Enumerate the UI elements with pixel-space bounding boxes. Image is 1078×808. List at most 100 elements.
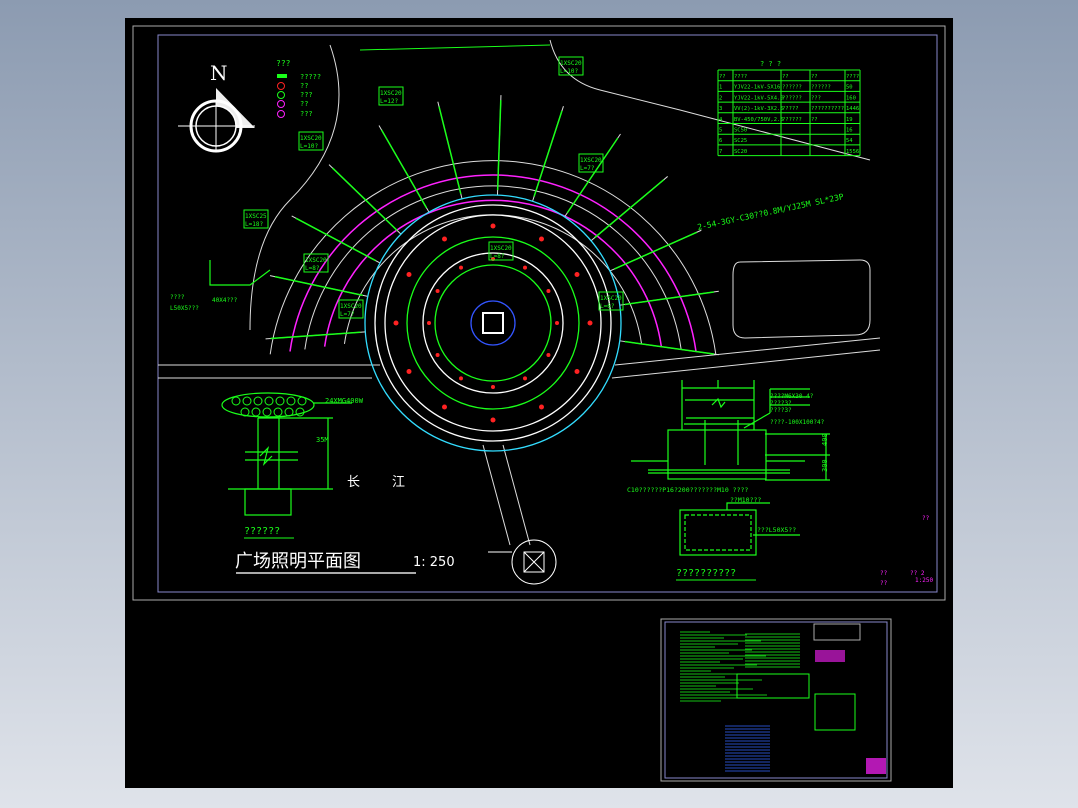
- lamp-icon: [406, 369, 412, 374]
- legend-lamp-icon: [277, 82, 285, 90]
- lamp-pole-detail: 24XMG400W 35M ??????: [221, 392, 364, 539]
- cable-tag-text: L=10?: [300, 143, 318, 150]
- river-label: 江: [392, 475, 405, 490]
- lamp-head-icon: [251, 407, 261, 417]
- lamp-icon: [442, 404, 447, 410]
- plaza-ring: [470, 300, 516, 346]
- fan-arc: [343, 214, 643, 344]
- table-cell: 4: [719, 117, 723, 123]
- table-cell: ????: [734, 74, 747, 80]
- title-block: ?? ?? ?? ?? 2 1:250: [880, 515, 933, 587]
- lamp-icon: [587, 320, 593, 326]
- north-arrow-icon: N: [178, 61, 255, 153]
- cable-tag-text: 1XSC20: [380, 90, 402, 97]
- lamp-icon: [442, 236, 447, 242]
- box-title: ??????????: [676, 568, 736, 579]
- table-cell: ??: [719, 74, 726, 80]
- table-cell: SC25: [734, 138, 747, 144]
- plaza-ring: [434, 264, 552, 382]
- cable-tag-text: 1XSC20: [580, 157, 602, 164]
- table-cell: 1556: [846, 149, 859, 155]
- table-cell: ??????: [811, 85, 831, 91]
- lamp-icon: [490, 417, 496, 423]
- legend-bar-icon: [277, 74, 287, 78]
- thumb-block: [815, 650, 845, 662]
- lamp-head-icon: [286, 396, 296, 406]
- plate-label: ????-100X100?4?: [770, 419, 825, 426]
- lamp-icon: [555, 321, 559, 325]
- cad-drawing-canvas[interactable]: 1XSC20 L=10? 1XSC20 L=12? 1XSC20 L=10? 1XSC25 L…: [125, 18, 953, 788]
- left-note: ???? 40X4??? L50X5???: [170, 260, 271, 312]
- cable-run: [533, 110, 563, 197]
- cable-tag-text: 1XSC25: [245, 213, 267, 220]
- lamp-head-icon: [240, 407, 250, 417]
- thumbnail-content: [680, 623, 886, 774]
- lamp-icon: [539, 404, 544, 410]
- cable-tag-text: L=7?: [340, 311, 355, 318]
- table-cell: YJV22-1kV-5X4.0: [734, 95, 784, 101]
- table-cell: 54: [846, 138, 853, 144]
- lamp-icon: [490, 223, 496, 229]
- lamp-head-icon: [273, 407, 283, 417]
- table-cell: YJV22-1kV-5X16: [734, 85, 780, 91]
- legend-light-icon: [277, 91, 285, 99]
- lamp-icon: [435, 289, 440, 293]
- sheet-number: ?? 2: [910, 570, 925, 577]
- table-cell: SC20: [734, 149, 747, 155]
- thumbnail-frame: [664, 621, 888, 779]
- plaza-plan: 1XSC20L=10?1XSC20L=12?1XSC20L=10?1XSC25L…: [243, 56, 719, 452]
- table-cell: 50: [846, 85, 853, 91]
- plaza-ring: [406, 236, 580, 410]
- legend-label: ???: [300, 110, 313, 118]
- note-text: ????: [170, 294, 185, 301]
- legend-label: ??: [300, 100, 308, 108]
- cable-tag-text: 1XSC20: [300, 135, 322, 142]
- table-cell: 3: [719, 106, 722, 112]
- table-cell: ?????: [782, 106, 799, 112]
- lamp-icon: [539, 236, 544, 242]
- table-cell: ??: [811, 74, 818, 80]
- lamp-icon: [406, 272, 412, 277]
- lamp-icon: [459, 265, 463, 270]
- north-label: N: [210, 61, 228, 85]
- cable-tag-text: 1XSC20: [560, 60, 582, 67]
- table-cell: BV-450/750V,2.5: [734, 117, 784, 123]
- lamp-head-icon: [297, 396, 307, 406]
- cable-run: [614, 231, 698, 270]
- legend-k-icon: [277, 110, 285, 118]
- cable-tag-text: L=18?: [245, 221, 263, 228]
- river-label: 长: [347, 475, 360, 490]
- lamp-icon: [546, 353, 551, 357]
- lamp-icon: [393, 320, 399, 326]
- cad-viewport[interactable]: 1XSC20L=10?1XSC20L=12?1XSC20L=10?1XSC25L…: [125, 18, 953, 788]
- lamp-icon: [574, 272, 580, 277]
- table-cell: 16: [846, 128, 853, 134]
- box-label: ??M10???: [730, 496, 761, 504]
- table-cell: 2: [719, 95, 722, 101]
- cable-tag-text: L=6?: [600, 303, 615, 310]
- plaza-ring: [364, 194, 622, 452]
- lamp-head-icon: [262, 407, 272, 417]
- drawing-scale: 1: 250: [413, 555, 455, 570]
- bolt-label: ????3?: [770, 400, 792, 407]
- plaza-ring: [374, 204, 612, 442]
- foundation-note: C10??????P16?200???????M10 ????: [627, 486, 748, 494]
- lamp-head-icon: [284, 407, 294, 417]
- lamp-icon: [574, 369, 580, 374]
- table-cell: ??????????: [811, 106, 844, 112]
- drawing-frame: [157, 34, 938, 593]
- table-cell: 19: [846, 117, 853, 123]
- lamp-head-icon: [253, 396, 263, 406]
- lamp-icon: [427, 321, 431, 325]
- legend-title: ???: [276, 59, 291, 68]
- thumb-table: [813, 623, 861, 641]
- title-block-text: ??: [880, 570, 888, 577]
- table-cell: 1446: [846, 106, 859, 112]
- table-title: ? ? ?: [760, 60, 781, 68]
- dim-300: 300: [821, 459, 829, 472]
- table-cell: ????: [846, 74, 859, 80]
- legend-t-icon: [277, 100, 285, 108]
- plaza-ring: [422, 252, 564, 394]
- lamp-head-icon: [295, 407, 305, 417]
- box-label: ???L50X5??: [757, 526, 796, 534]
